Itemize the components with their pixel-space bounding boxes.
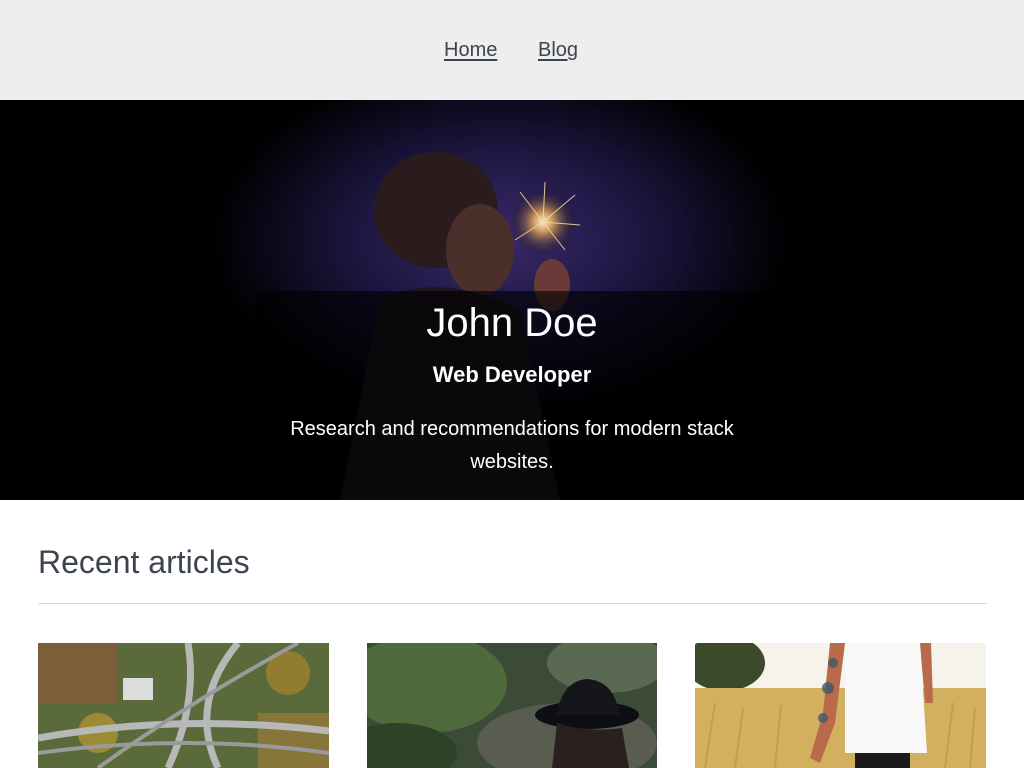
article-card[interactable] xyxy=(38,643,329,768)
woman-in-hat-image xyxy=(367,643,657,768)
top-navigation: Home Blog xyxy=(0,0,1024,100)
article-card[interactable] xyxy=(695,643,986,768)
field-person-image xyxy=(695,643,986,768)
highway-interchange-image xyxy=(38,643,329,768)
hero-name: John Doe xyxy=(426,301,598,345)
article-card[interactable] xyxy=(367,643,657,768)
hero-section: John Doe Web Developer Research and reco… xyxy=(0,100,1024,500)
hero-role: Web Developer xyxy=(432,362,592,387)
recent-articles-heading: Recent articles xyxy=(38,544,250,580)
hero-description: Research and recommendations for modern … xyxy=(290,418,734,473)
nav-link-home[interactable]: Home xyxy=(444,36,497,64)
nav-link-blog[interactable]: Blog xyxy=(538,36,578,64)
section-divider xyxy=(38,603,987,604)
